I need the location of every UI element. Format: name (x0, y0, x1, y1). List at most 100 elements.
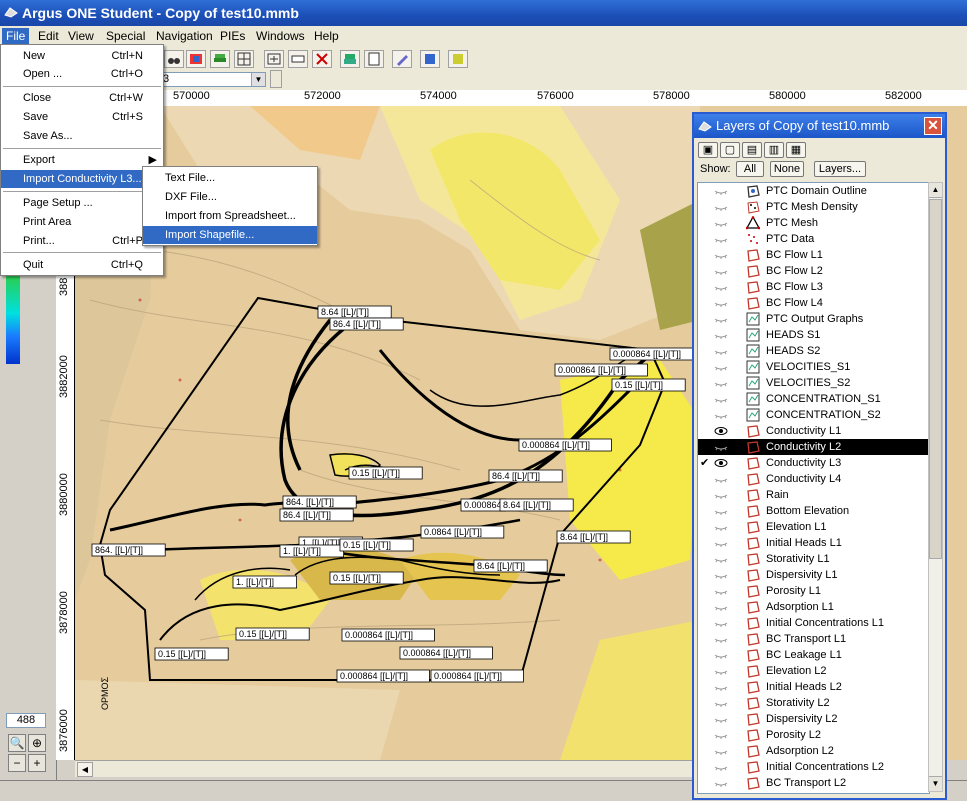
layer-row[interactable]: HEADS S1 (698, 327, 929, 343)
scroll-up-arrow[interactable]: ▲ (929, 183, 942, 198)
book-button[interactable] (420, 50, 440, 68)
eye-closed-icon[interactable] (714, 410, 728, 420)
layer-row[interactable]: PTC Mesh Density (698, 199, 929, 215)
layer-list[interactable]: PTC Domain Outline PTC Mesh Density PTC Me… (697, 182, 930, 794)
grid-button[interactable] (234, 50, 254, 68)
layer-tool-button[interactable]: ▢ (720, 142, 740, 158)
menu-view[interactable]: View (64, 28, 98, 44)
menu-navigation[interactable]: Navigation (152, 28, 217, 44)
layer-row[interactable]: BC Flow L4 (698, 295, 929, 311)
zoom-in-button[interactable]: + (28, 754, 46, 772)
eye-closed-icon[interactable] (714, 330, 728, 340)
menu-print[interactable]: Print... Ctrl+P (1, 232, 163, 250)
layer-row[interactable]: Dispersivity L1 (698, 567, 929, 583)
layer-row[interactable]: Storativity L2 (698, 695, 929, 711)
eye-closed-icon[interactable] (714, 682, 728, 692)
zoom-out-button[interactable]: − (8, 754, 26, 772)
layer-select[interactable]: 3 ▼ (158, 72, 266, 87)
eye-closed-icon[interactable] (714, 714, 728, 724)
show-all-button[interactable]: All (736, 161, 764, 177)
menu-edit[interactable]: Edit (34, 28, 63, 44)
tool-button[interactable] (448, 50, 468, 68)
layer-spinner[interactable] (270, 70, 282, 88)
layer-tool-button[interactable]: ▤ (742, 142, 762, 158)
menu-pies[interactable]: PIEs (216, 28, 249, 44)
layer-row[interactable]: Adsorption L2 (698, 743, 929, 759)
eye-closed-icon[interactable] (714, 298, 728, 308)
zoom-box-button[interactable]: ⊕ (28, 734, 46, 752)
layer-row[interactable]: BC Flow L2 (698, 263, 929, 279)
eye-closed-icon[interactable] (714, 602, 728, 612)
layer-row[interactable]: BC Transport L1 (698, 631, 929, 647)
eye-closed-icon[interactable] (714, 346, 728, 356)
fit-button[interactable] (264, 50, 284, 68)
layers-button[interactable] (340, 50, 360, 68)
layers-dialog-button[interactable]: Layers... (814, 161, 866, 177)
menu-quit[interactable]: Quit Ctrl+Q (1, 256, 163, 274)
eye-closed-icon[interactable] (714, 490, 728, 500)
menu-new[interactable]: New Ctrl+N (1, 47, 163, 65)
eye-closed-icon[interactable] (714, 282, 728, 292)
layer-row[interactable]: Elevation L1 (698, 519, 929, 535)
eye-closed-icon[interactable] (714, 778, 728, 788)
layer-row[interactable]: Porosity L2 (698, 727, 929, 743)
menu-special[interactable]: Special (102, 28, 149, 44)
zoom-select-button[interactable]: 🔍 (8, 734, 26, 752)
title-bar[interactable]: Argus ONE Student - Copy of test10.mmb (0, 0, 967, 26)
menu-windows[interactable]: Windows (252, 28, 309, 44)
menu-open[interactable]: Open ... Ctrl+O (1, 65, 163, 83)
eye-closed-icon[interactable] (714, 554, 728, 564)
eye-closed-icon[interactable] (714, 202, 728, 212)
eye-closed-icon[interactable] (714, 762, 728, 772)
menu-import-conductivity[interactable]: Import Conductivity L3... (1, 170, 142, 188)
layer-row[interactable]: Conductivity L2 (698, 439, 929, 455)
menu-close[interactable]: Close Ctrl+W (1, 89, 163, 107)
menu-print-area[interactable]: Print Area (1, 213, 163, 231)
eye-open-icon[interactable] (714, 458, 728, 468)
menu-help[interactable]: Help (310, 28, 343, 44)
eye-closed-icon[interactable] (714, 218, 728, 228)
horizontal-scrollbar[interactable]: ◀ (75, 760, 693, 777)
vertical-scrollbar[interactable]: ▲ ▼ (928, 182, 943, 792)
scroll-thumb[interactable] (929, 199, 942, 559)
eye-closed-icon[interactable] (714, 634, 728, 644)
delete-button[interactable] (312, 50, 332, 68)
layer-row[interactable]: Adsorption L1 (698, 599, 929, 615)
layer-row[interactable]: Porosity L1 (698, 583, 929, 599)
scroll-down-arrow[interactable]: ▼ (929, 776, 942, 791)
menu-save-as[interactable]: Save As... (1, 127, 163, 145)
edit-button[interactable] (392, 50, 412, 68)
layer-row[interactable]: Initial Concentrations L1 (698, 615, 929, 631)
layer-row[interactable]: Dispersivity L2 (698, 711, 929, 727)
layer-row[interactable]: Initial Heads L2 (698, 679, 929, 695)
eye-closed-icon[interactable] (714, 394, 728, 404)
submenu-spreadsheet[interactable]: Import from Spreadsheet... (143, 207, 317, 225)
close-button[interactable]: ✕ (924, 117, 942, 135)
layer-row[interactable]: CONCENTRATION_S2 (698, 407, 929, 423)
layer-row[interactable]: BC Transport L2 (698, 775, 929, 791)
zoom-field[interactable]: 488 (6, 713, 46, 728)
menu-export[interactable]: Export ▶ (1, 151, 163, 169)
layer-row[interactable]: BC Flow L1 (698, 247, 929, 263)
eye-closed-icon[interactable] (714, 570, 728, 580)
layer-row[interactable]: HEADS S2 (698, 343, 929, 359)
eye-closed-icon[interactable] (714, 618, 728, 628)
eye-closed-icon[interactable] (714, 730, 728, 740)
binoculars-button[interactable] (164, 50, 184, 68)
menu-save[interactable]: Save Ctrl+S (1, 108, 163, 126)
layer-row[interactable]: Elevation L2 (698, 663, 929, 679)
eye-closed-icon[interactable] (714, 586, 728, 596)
layer-row[interactable]: CONCENTRATION_S1 (698, 391, 929, 407)
layer-row[interactable]: Bottom Elevation (698, 503, 929, 519)
eye-closed-icon[interactable] (714, 362, 728, 372)
layer-row[interactable]: VELOCITIES_S2 (698, 375, 929, 391)
menu-page-setup[interactable]: Page Setup ... (1, 194, 163, 212)
layer-row[interactable]: PTC Data (698, 231, 929, 247)
chevron-down-icon[interactable]: ▼ (251, 73, 265, 86)
eye-closed-icon[interactable] (714, 698, 728, 708)
layer-row[interactable]: Conductivity L4 (698, 471, 929, 487)
eye-closed-icon[interactable] (714, 650, 728, 660)
scroll-left-arrow[interactable]: ◀ (77, 762, 93, 777)
submenu-dxf-file[interactable]: DXF File... (143, 188, 317, 206)
eye-closed-icon[interactable] (714, 474, 728, 484)
